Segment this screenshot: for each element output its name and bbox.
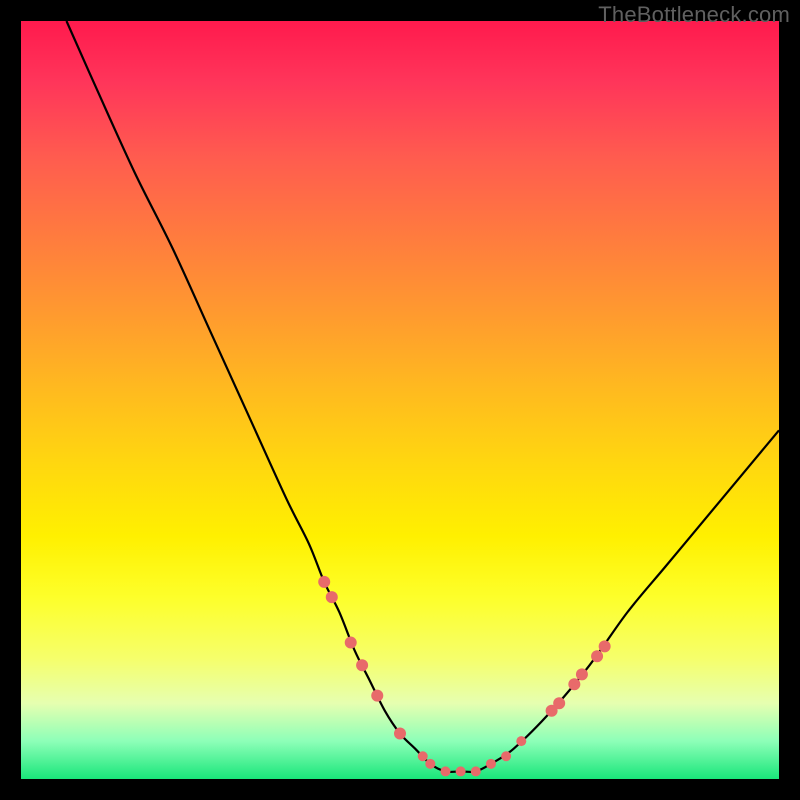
data-marker [568, 678, 580, 690]
data-marker [553, 697, 565, 709]
data-marker [326, 591, 338, 603]
curve-line [66, 21, 779, 772]
chart-frame [21, 21, 779, 779]
data-marker [471, 766, 481, 776]
data-marker [486, 759, 496, 769]
data-marker [591, 650, 603, 662]
data-marker [516, 736, 526, 746]
data-marker [356, 659, 368, 671]
data-marker [371, 690, 383, 702]
data-marker [418, 751, 428, 761]
data-marker [440, 766, 450, 776]
data-marker [318, 576, 330, 588]
chart-svg [21, 21, 779, 779]
data-marker [501, 751, 511, 761]
markers-group [318, 576, 610, 777]
data-marker [456, 766, 466, 776]
watermark-text: TheBottleneck.com [598, 2, 790, 28]
data-marker [425, 759, 435, 769]
data-marker [599, 640, 611, 652]
data-marker [576, 668, 588, 680]
data-marker [345, 637, 357, 649]
data-marker [394, 728, 406, 740]
